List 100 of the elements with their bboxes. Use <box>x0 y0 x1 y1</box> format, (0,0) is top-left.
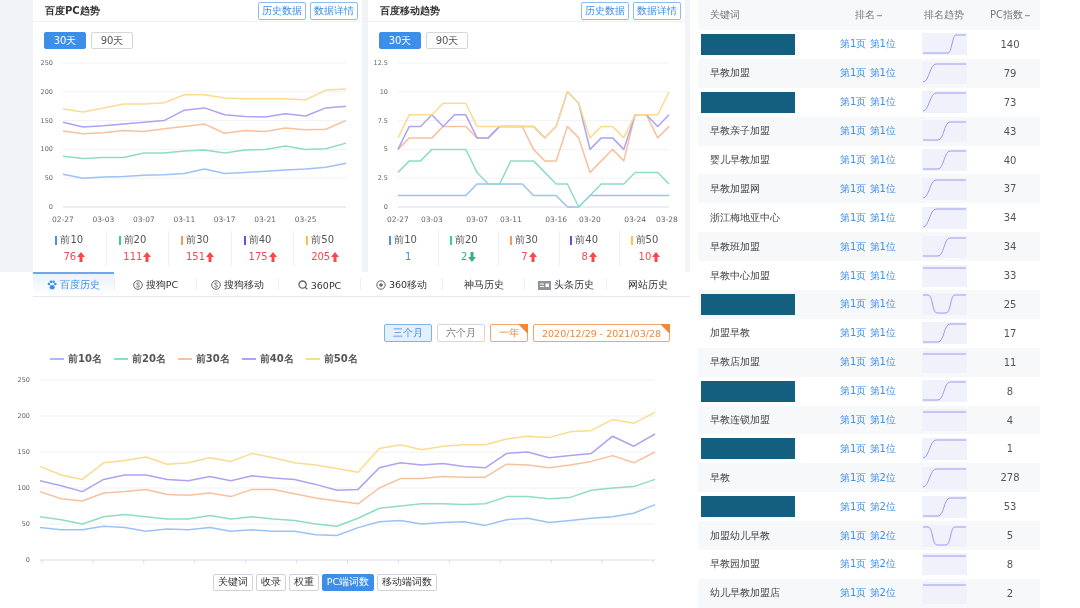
rank-link[interactable]: 第1页 第1位 <box>828 355 908 370</box>
stat-value: 175 <box>248 251 268 262</box>
legend-line-icon <box>177 358 192 360</box>
rank-link[interactable]: 第1页 第1位 <box>828 95 908 110</box>
source-tab[interactable]: 头条历史 <box>525 272 606 296</box>
arrow-down-icon <box>468 251 477 262</box>
panel-button[interactable]: 数据详情 <box>310 1 358 20</box>
index-cell-text: 34 <box>1002 241 1018 253</box>
stat-label: 前10 <box>394 233 417 247</box>
rank-link[interactable]: 第1页 第2位 <box>828 528 908 543</box>
metric-button[interactable]: 关键词 <box>212 574 253 591</box>
stat-label: 前10 <box>60 233 84 247</box>
column-header[interactable]: 排名 <box>854 8 875 22</box>
stat-value: 10 <box>638 251 652 262</box>
panel-button[interactable]: 历史数据 <box>581 1 629 20</box>
stat-label: 前20 <box>454 233 478 247</box>
stat-label: 前40 <box>575 233 599 247</box>
rank-link[interactable]: 第1页 第2位 <box>828 557 908 572</box>
legend-label: 前20名 <box>131 352 166 366</box>
rank-link[interactable]: 第1页 第1位 <box>828 268 908 283</box>
rank-link[interactable]: 第1页 第1位 <box>828 153 908 167</box>
source-tab[interactable]: 搜狗PC <box>115 272 196 296</box>
index-cell-text: 37 <box>1002 183 1018 195</box>
range-button[interactable]: 六个月 <box>437 324 485 342</box>
rank-link[interactable]: 第1页 第1位 <box>828 441 908 456</box>
arrow-up-icon <box>528 251 537 262</box>
stat-label: 前40 <box>248 233 272 247</box>
keyword-cell-text: 早教 <box>709 470 731 485</box>
panel-button[interactable]: 数据详情 <box>633 1 681 20</box>
metric-button[interactable]: 收录 <box>255 574 286 591</box>
index-cell-text: 2 <box>1005 587 1015 599</box>
stat-value: 7 <box>521 251 528 262</box>
arrow-up-icon <box>652 251 661 262</box>
rank-link[interactable]: 第1页 第1位 <box>828 124 908 139</box>
rank-link[interactable]: 第1页 第1位 <box>828 384 908 399</box>
source-tab[interactable]: 搜狗移动 <box>197 272 278 296</box>
source-tab[interactable]: 神马历史 <box>443 272 524 296</box>
range-button[interactable]: 一年 <box>490 324 528 342</box>
index-cell-text: 278 <box>999 472 1021 484</box>
metric-button[interactable]: 移动端词数 <box>377 574 438 591</box>
keyword-cell-text: 早教加盟 <box>709 66 751 81</box>
legend-line-icon <box>113 358 128 360</box>
range-button[interactable]: 三个月 <box>384 324 432 342</box>
metric-button[interactable]: PC端词数 <box>321 574 375 591</box>
source-tab[interactable]: 360PC <box>279 272 360 296</box>
stat-value: 151 <box>185 251 206 262</box>
legend-label: 前30名 <box>195 352 230 366</box>
keyword-cell-text: 加盟幼儿早教 <box>709 528 771 543</box>
stat-label: 前30 <box>186 233 209 247</box>
sort-caret-icon[interactable] <box>876 13 882 17</box>
rank-link[interactable]: 第1页 第1位 <box>828 37 908 52</box>
period-button[interactable]: 30天 <box>44 32 86 49</box>
corner-badge-icon <box>518 324 528 334</box>
arrow-up-icon <box>588 251 597 262</box>
keyword-cell-text: 加盟早教 <box>709 326 751 341</box>
rank-link[interactable]: 第1页 第1位 <box>828 297 908 312</box>
source-tab[interactable]: 网站历史 <box>607 272 688 296</box>
keyword-cell-text: 早教连锁加盟 <box>709 413 771 427</box>
period-button[interactable]: 30天 <box>379 32 421 49</box>
arrow-up-icon <box>77 251 86 262</box>
rank-link[interactable]: 第1页 第1位 <box>828 181 908 196</box>
arrow-up-icon <box>331 251 340 262</box>
keyword-cell-text: 早教亲子加盟 <box>709 124 771 139</box>
period-button[interactable]: 90天 <box>426 32 468 49</box>
stat-label: 前50 <box>311 233 335 247</box>
sort-caret-icon[interactable] <box>1025 13 1030 17</box>
keyword-cell-text: 浙江梅地亚中心 <box>709 210 781 225</box>
keyword-cell-text: 早教加盟网 <box>709 181 761 196</box>
stat-value: 111 <box>123 251 143 262</box>
rank-link[interactable]: 第1页 第1位 <box>828 413 908 427</box>
rank-link[interactable]: 第1页 第1位 <box>828 326 908 341</box>
s-logo-icon <box>132 280 143 290</box>
source-tab[interactable]: 360移动 <box>361 272 442 296</box>
legend-line-icon <box>241 358 256 360</box>
source-tab[interactable]: 百度历史 <box>33 272 114 296</box>
rank-link[interactable]: 第1页 第2位 <box>828 586 908 601</box>
period-button[interactable]: 90天 <box>91 32 133 49</box>
panel-button[interactable]: 历史数据 <box>258 1 306 20</box>
index-cell-text: 17 <box>1002 327 1018 339</box>
keyword-cell-text: 早教中心加盟 <box>709 268 771 283</box>
arrow-up-icon <box>206 251 215 262</box>
arrow-up-icon <box>143 251 152 262</box>
keyword-cell-text: 幼儿早教加盟店 <box>709 586 781 601</box>
metric-button[interactable]: 权重 <box>288 574 319 591</box>
target-icon <box>375 280 386 290</box>
index-cell-text: 33 <box>1002 270 1018 282</box>
index-cell-text: 43 <box>1002 125 1018 137</box>
index-cell-text: 4 <box>1005 414 1015 426</box>
date-range-picker[interactable]: 2020/12/29 - 2021/03/28 <box>533 324 670 342</box>
rank-link[interactable]: 第1页 第2位 <box>828 470 908 485</box>
rank-link[interactable]: 第1页 第1位 <box>828 66 908 81</box>
stat-label: 前30 <box>515 233 538 247</box>
column-header[interactable]: PC指数 <box>990 8 1023 22</box>
stat-label: 前20 <box>123 233 147 247</box>
rank-link[interactable]: 第1页 第1位 <box>828 239 908 254</box>
s-logo-icon <box>211 280 221 290</box>
rank-link[interactable]: 第1页 第1位 <box>828 210 908 225</box>
index-cell-text: 53 <box>1002 501 1018 513</box>
search-icon <box>297 280 308 290</box>
rank-link[interactable]: 第1页 第2位 <box>828 499 908 514</box>
